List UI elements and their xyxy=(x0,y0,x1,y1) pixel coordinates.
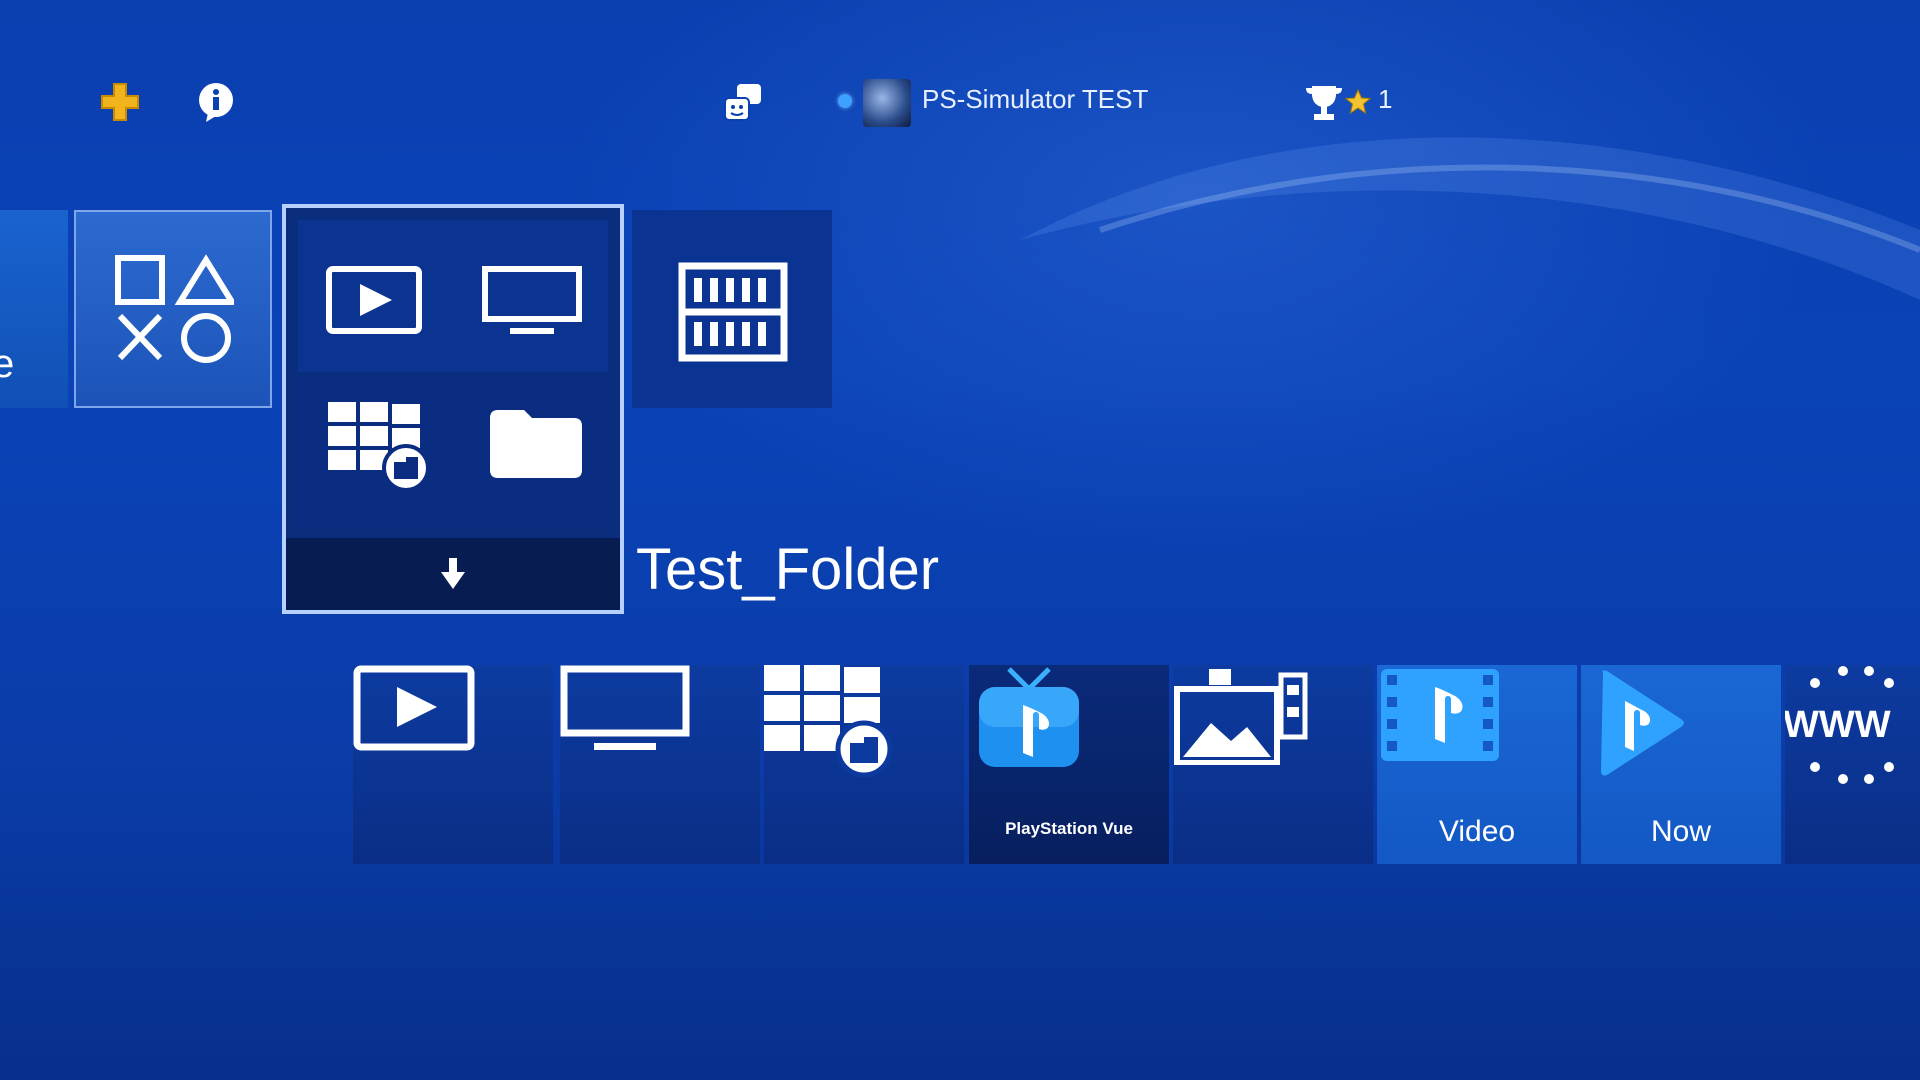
avatar[interactable] xyxy=(863,79,911,127)
row-tile-capture-gallery[interactable] xyxy=(1173,665,1373,864)
row-tile-tv[interactable] xyxy=(560,665,760,864)
friends-icon[interactable] xyxy=(721,80,765,124)
row-tile-label-now: Now xyxy=(1650,815,1711,848)
tv-and-video-icon xyxy=(678,262,788,362)
playstation-video-icon xyxy=(1381,669,1499,761)
username[interactable]: PS-Simulator TEST xyxy=(922,84,1148,115)
ps-shapes-icon xyxy=(115,254,234,363)
folder-expand-bar[interactable] xyxy=(286,538,620,610)
row-tile-playstation-vue[interactable]: PlayStation Vue xyxy=(969,665,1169,864)
down-arrow-icon xyxy=(441,558,465,589)
row-tile-playstation-now[interactable]: Now xyxy=(1581,665,1781,864)
folder-title: Test_Folder xyxy=(636,537,940,602)
partial-tile-left[interactable]: e xyxy=(0,210,68,408)
row-tile-label-video: Video xyxy=(1438,815,1516,848)
row-tile-label-www: WWW xyxy=(1785,704,1891,746)
folder-icon xyxy=(490,410,582,478)
row-tile-internet-browser[interactable]: WWW xyxy=(1783,665,1920,864)
playstation-vue-icon xyxy=(979,667,1079,767)
tv-icon xyxy=(482,266,582,334)
partial-tile-label: e xyxy=(0,342,15,386)
capture-gallery-icon xyxy=(1174,669,1308,766)
windows-share-icon xyxy=(764,665,893,778)
trophy-level-star-icon xyxy=(1344,88,1372,115)
play-icon xyxy=(353,665,475,751)
play-icon xyxy=(326,266,422,334)
tv-icon xyxy=(560,665,690,750)
row-tile-windows-share[interactable] xyxy=(764,665,964,864)
trophy-icon[interactable] xyxy=(1302,80,1346,124)
folder-row-2 xyxy=(298,376,608,528)
row-tile-label-vue: PlayStation Vue xyxy=(1005,819,1133,838)
windows-share-icon xyxy=(328,402,430,492)
library-tile[interactable] xyxy=(74,210,272,408)
tv-video-tile[interactable] xyxy=(632,210,832,408)
info-icon[interactable] xyxy=(194,80,238,124)
folder-row-1 xyxy=(298,220,608,372)
trophy-level: 1 xyxy=(1378,84,1393,114)
row-tile-playstation-video[interactable]: Video xyxy=(1377,665,1577,864)
ps-plus-icon[interactable] xyxy=(98,80,142,124)
internet-browser-icon: WWW xyxy=(1783,666,1894,784)
playstation-now-icon xyxy=(1601,670,1684,776)
row-tile-play[interactable] xyxy=(353,665,553,864)
folder-tile-selected[interactable] xyxy=(282,204,624,614)
online-status-dot xyxy=(838,94,852,108)
